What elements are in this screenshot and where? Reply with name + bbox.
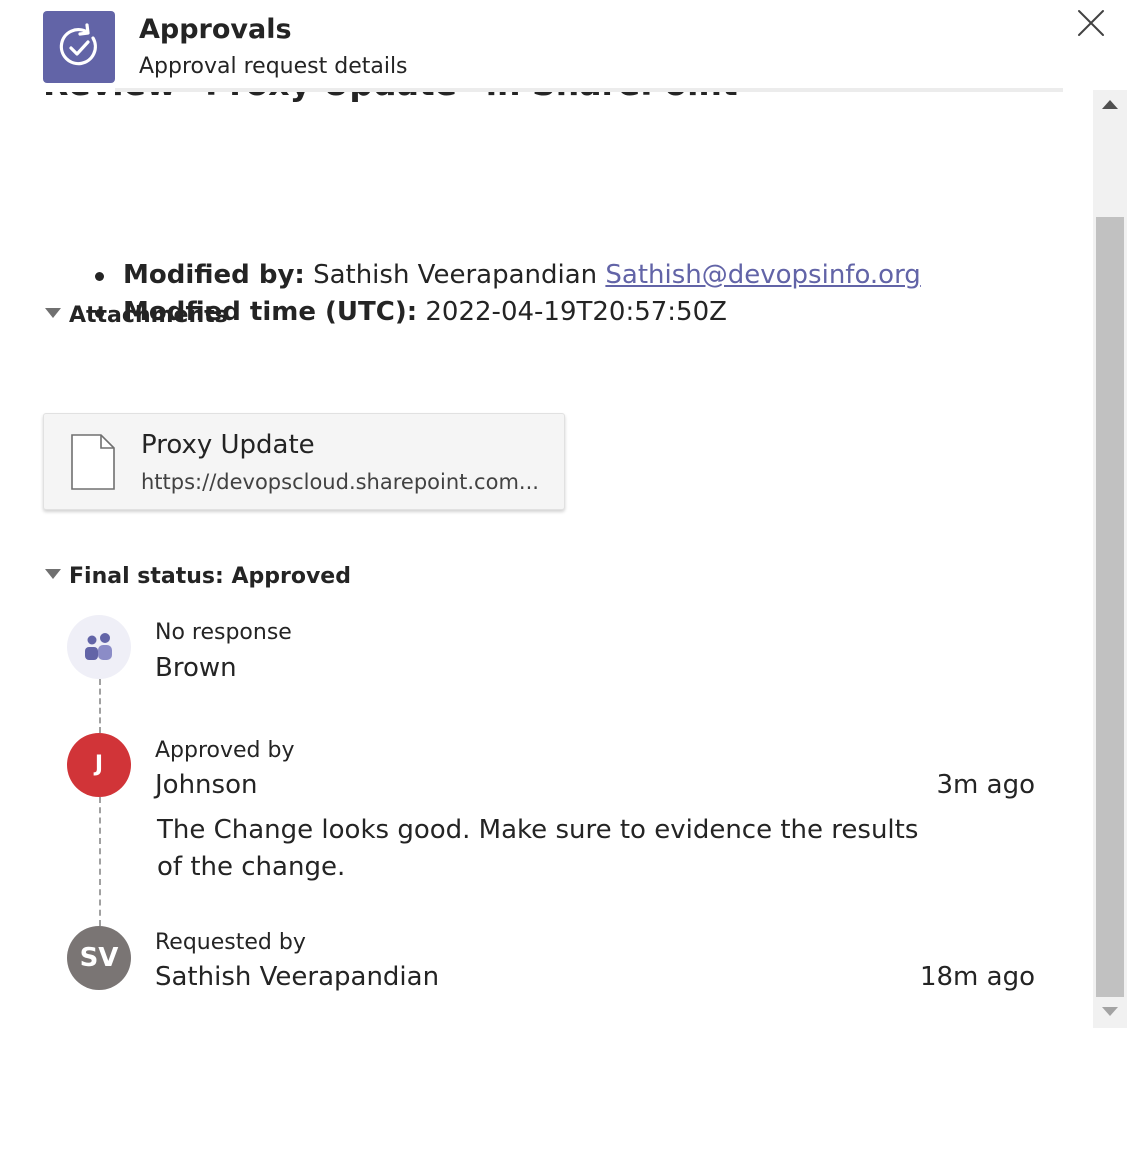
attachments-heading: Attachments <box>69 303 228 328</box>
modified-by-label: Modified by: <box>123 260 305 290</box>
final-status-heading: Final status: Approved <box>69 564 351 589</box>
status-name-brown: Brown <box>155 653 237 683</box>
caret-down-icon <box>45 308 61 318</box>
details-scroll-area[interactable]: Review "Proxy Update" in SharePoint Modi… <box>0 92 1093 1161</box>
app-subtitle: Approval request details <box>139 54 408 79</box>
approval-comment: The Change looks good. Make sure to evid… <box>157 815 919 882</box>
modified-time-value: 2022-04-19T20:57:50Z <box>425 297 727 327</box>
status-label-no-response: No response <box>155 620 292 645</box>
attachments-toggle[interactable]: Attachments <box>45 303 228 328</box>
attachment-name: Proxy Update <box>141 430 315 460</box>
timeline-connector <box>99 679 101 733</box>
avatar-sathish: SV <box>67 926 131 990</box>
request-title: Review "Proxy Update" in SharePoint <box>43 92 738 103</box>
approvals-icon <box>59 23 97 66</box>
status-name-johnson: Johnson <box>155 770 258 800</box>
scroll-down-arrow-icon[interactable] <box>1102 1007 1118 1016</box>
status-label-requested: Requested by <box>155 930 306 955</box>
vertical-scrollbar[interactable] <box>1093 90 1127 1028</box>
status-time-johnson: 3m ago <box>936 770 1035 800</box>
close-icon <box>1078 10 1104 36</box>
bullet <box>95 272 104 281</box>
file-icon <box>71 434 115 490</box>
final-status-toggle[interactable]: Final status: Approved <box>45 564 351 589</box>
team-avatar <box>67 615 131 679</box>
app-title: Approvals <box>139 14 292 45</box>
attachment-card[interactable]: Proxy Update https://devopscloud.sharepo… <box>43 413 565 510</box>
attachment-url: https://devopscloud.sharepoint.com... <box>141 470 539 494</box>
approvals-app-icon <box>43 11 115 83</box>
scroll-up-arrow-icon[interactable] <box>1102 100 1118 109</box>
status-label-approved: Approved by <box>155 738 295 763</box>
timeline-connector <box>99 797 101 926</box>
status-name-sathish: Sathish Veerapandian <box>155 962 440 992</box>
status-time-sathish: 18m ago <box>919 962 1035 992</box>
header-divider <box>115 88 1063 92</box>
caret-down-icon <box>45 569 61 579</box>
team-icon <box>85 633 112 660</box>
avatar-johnson: J <box>67 733 131 797</box>
close-button[interactable] <box>1074 6 1108 40</box>
modified-by-email-link[interactable]: Sathish@devopsinfo.org <box>605 260 920 290</box>
scrollbar-thumb[interactable] <box>1096 217 1124 997</box>
modified-by-value: Sathish Veerapandian <box>313 260 598 290</box>
